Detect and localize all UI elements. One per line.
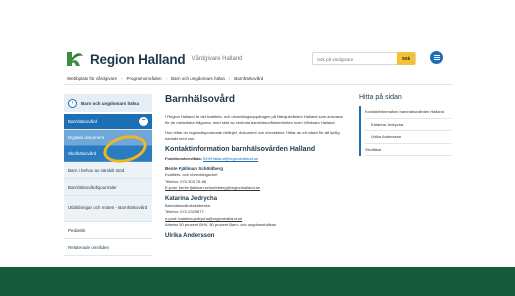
page: Region Halland Vårdgivare Halland Sök We… [0, 0, 515, 296]
chevron-right-icon: › [165, 76, 167, 81]
sidebar-item-barnhalsovard[interactable]: Barnhälsovård − [64, 114, 152, 130]
toc-item[interactable]: Ulrika Andersson [365, 131, 451, 144]
search-input[interactable] [317, 55, 395, 63]
site-header: Region Halland Vårdgivare Halland Sök [64, 48, 444, 72]
hamburger-icon [433, 57, 440, 58]
sidebar-item-label: Digitala dokument [68, 135, 105, 140]
logo-text: Region Halland [90, 51, 186, 67]
page-title: Barnhälsovård [165, 94, 236, 105]
search-button[interactable]: Sök [397, 52, 415, 65]
collapse-icon[interactable]: − [139, 117, 148, 126]
sidebar-item-label: Relaterade områden [68, 244, 110, 250]
sidebar-back-item[interactable]: ‹ Barn och ungdomars hälsa [64, 94, 152, 112]
toc-title: Hitta på sidan [359, 94, 402, 101]
sidebar-item[interactable]: Utbildningar och möten - Barnhälsovård [64, 196, 152, 222]
sidebar-item-label: Pediatrik [68, 227, 86, 233]
chevron-right-icon: › [120, 76, 123, 81]
sidebar-item-label: Barnhälsovårdsjournaler [68, 184, 117, 190]
toc-list: Kontaktinformation barnhälsovården Halla… [359, 106, 451, 156]
main-content: Barnhälsovård I Region Halland är det kv… [165, 94, 345, 240]
breadcrumb-item[interactable]: Webbplats för vårdgivare [67, 76, 117, 81]
breadcrumb: Webbplats för vårdgivare › Programområde… [67, 76, 263, 81]
intro-paragraph: Hon hittar du regiondisponerade riktlinj… [165, 130, 340, 141]
menu-button[interactable] [430, 51, 443, 64]
sidebar-item-label: Barnhälsovård [68, 119, 98, 124]
sidebar-item[interactable]: Barnhälsovårdsjournaler [64, 179, 152, 196]
sidebar-item[interactable]: Barn i behov av särskilt stöd [64, 162, 152, 179]
toc-item[interactable]: Kontaktinformation barnhälsovården Halla… [365, 106, 451, 119]
sidebar-item-label: Barn i behov av särskilt stöd [68, 167, 125, 173]
arrow-left-icon: ‹ [68, 98, 77, 108]
contact-name: Bente Fjällman Schöldberg [165, 166, 224, 171]
footer-band [0, 267, 515, 296]
sidebar-item[interactable]: Relaterade områden [64, 239, 152, 256]
sidebar-item-label: Utbildningar och möten - Barnhälsovård [68, 205, 148, 211]
contact-note: Arbetar 50 procent BHV, 50 procent Barn-… [165, 222, 277, 227]
email-link[interactable]: BHVHalland@regionhalland.se [203, 156, 258, 161]
section-heading: Kontaktinformation barnhälsovården Halla… [165, 146, 316, 153]
toc-item[interactable]: Katarina Jedrycha [365, 119, 451, 131]
search-box: Sök [312, 52, 416, 65]
intro-paragraph: I Region Halland är det kvalitets- och u… [165, 114, 343, 125]
sidebar-nav: ‹ Barn och ungdomars hälsa Barnhälsovård… [64, 94, 152, 256]
chevron-right-icon: › [228, 76, 231, 81]
logo-subtitle: Vårdgivare Halland [191, 56, 243, 62]
contact-name: Katarina Jedrycha [165, 195, 218, 202]
function-mailbox: Funktionsbrevlåda: BHVHalland@regionhall… [165, 156, 345, 162]
sidebar-item[interactable]: Pediatrik [64, 222, 152, 239]
site-logo[interactable]: Region Halland Vårdgivare Halland [64, 48, 243, 70]
divider [64, 84, 453, 85]
page-toc: Hitta på sidan Kontaktinformation barnhä… [359, 94, 451, 156]
sidebar-item-label: Skolhälsovård [68, 151, 97, 156]
breadcrumb-item[interactable]: Programområden [126, 76, 161, 81]
sidebar-item-label: Barn och ungdomars hälsa [81, 100, 140, 106]
email-link[interactable]: E-post: bente.fjallman.schoeldberg@regio… [165, 185, 345, 192]
breadcrumb-item[interactable]: Barn och ungdomars hälsa [171, 76, 225, 81]
region-halland-logo-icon [67, 52, 83, 66]
toc-item[interactable]: Skolläkar [365, 144, 451, 156]
contact-name: Ulrika Andersson [165, 232, 215, 239]
function-mailbox-label: Funktionsbrevlåda: [165, 156, 202, 161]
breadcrumb-current: Barnhälsovård [234, 76, 264, 81]
